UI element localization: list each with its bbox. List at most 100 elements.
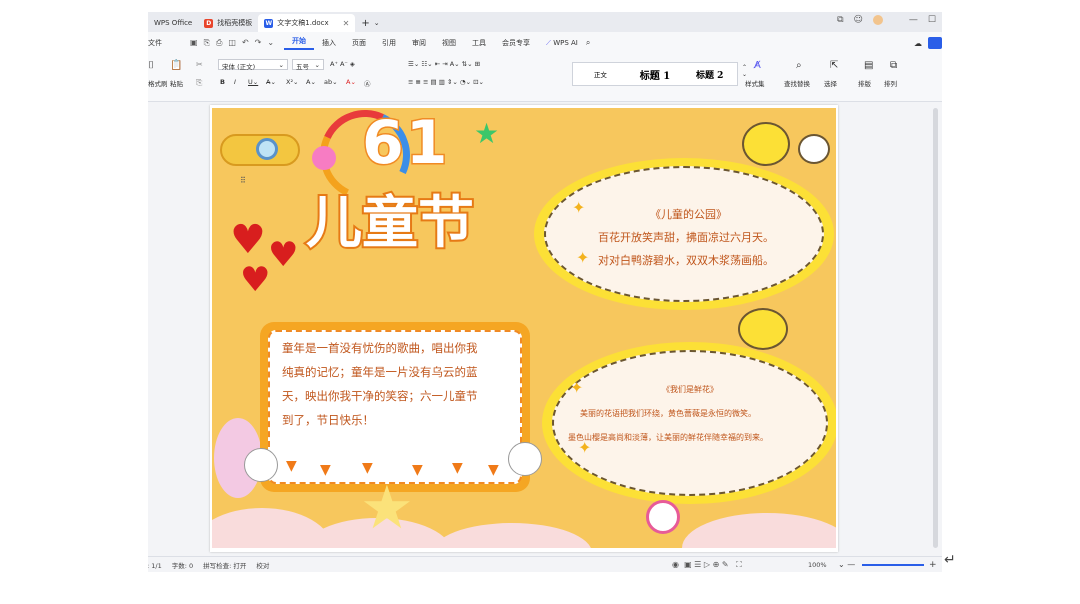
poster-title: 儿童节 <box>304 189 476 258</box>
export-icon[interactable]: ⎘ <box>204 38 210 48</box>
menu-references[interactable]: 引用 <box>374 38 404 48</box>
paw-print-icon <box>738 308 788 350</box>
strikethrough-button[interactable]: A̶⌄ <box>266 78 276 86</box>
style-normal[interactable]: 正文 <box>573 69 628 79</box>
spell-check[interactable]: 拼写检查: 打开 <box>203 560 246 570</box>
paste-icon[interactable]: 📋 <box>170 60 182 71</box>
find-icon[interactable]: ⌕ <box>796 60 802 71</box>
layout-label[interactable]: 排版 <box>858 78 871 88</box>
carrot-icon: ▼ <box>452 460 463 476</box>
sparkle-icon: ✦ <box>578 438 592 457</box>
cursor-handle-icon[interactable]: ⠿ <box>240 176 246 185</box>
align-icons[interactable]: ≡ ≣ ≡ ▤ ▥ ⇕⌄ ◔⌄ ⊡⌄ <box>408 78 484 86</box>
cloud-sync-icon[interactable]: ☁ <box>914 39 922 48</box>
view-mode-icons[interactable]: ◉ ▣ ☰ ▷ ⊕ ✎ ⛶ <box>672 560 742 570</box>
font-size-select[interactable]: 五号 ⌄ <box>292 59 324 71</box>
menu-file[interactable]: 文件 <box>148 38 170 48</box>
find-replace-label[interactable]: 查找替换 <box>784 78 810 88</box>
porthole-icon <box>256 138 278 160</box>
children-day-poster: ♥ ♥ ♥ ★ 61 儿童节 《儿童的公园》 百花开放笑声甜，拂面凉过六月天。 … <box>212 108 836 548</box>
grow-font-icon[interactable]: A⁺ A⁻ ◈ <box>330 60 355 68</box>
colorful-balls-icon <box>312 146 336 170</box>
print-icon[interactable]: ⎙ <box>216 38 222 48</box>
save-icon[interactable]: ▣ <box>190 38 198 48</box>
wps-window: WPS Office D 找稻壳模板 W 文字文稿1.docx ✕ + ⌄ ⧉ … <box>148 12 942 572</box>
chevron-down-icon: ⌄ <box>278 61 284 69</box>
skin-icon[interactable]: ☺ <box>854 15 863 25</box>
menu-insert[interactable]: 插入 <box>314 38 344 48</box>
search-icon[interactable]: ⌕ <box>586 38 590 48</box>
arrange-label[interactable]: 排列 <box>884 78 897 88</box>
menu-review[interactable]: 审阅 <box>404 38 434 48</box>
poster-number: 61 <box>361 108 450 180</box>
avatar[interactable] <box>872 15 883 25</box>
document-area: ♥ ♥ ♥ ★ 61 儿童节 《儿童的公园》 百花开放笑声甜，拂面凉过六月天。 … <box>148 102 942 556</box>
cat-icon <box>798 134 830 164</box>
bold-button[interactable]: B <box>220 78 225 86</box>
window-controls: ⧉ ☺ — ☐ <box>837 15 936 25</box>
candy-icon <box>646 500 680 534</box>
minimize-icon[interactable]: — <box>909 15 918 25</box>
menu-member[interactable]: 会员专享 <box>494 38 538 48</box>
sparkle-icon: ✦ <box>572 198 586 217</box>
tab-document[interactable]: W 文字文稿1.docx ✕ <box>258 14 356 32</box>
new-tab-button[interactable]: + ⌄ <box>355 14 385 32</box>
select-label[interactable]: 选择 <box>824 78 837 88</box>
vertical-scrollbar[interactable] <box>933 108 938 548</box>
more-icon[interactable]: ⌄ <box>267 38 274 48</box>
chevron-down-icon: ⌄ <box>314 61 320 69</box>
style-set-label[interactable]: 样式集 <box>745 78 765 88</box>
main-text-line1: 童年是一首没有忧伤的歌曲，唱出你我 <box>282 341 478 355</box>
menu-home[interactable]: 开始 <box>284 36 315 50</box>
copy-icon[interactable]: ⎘ <box>196 78 202 88</box>
list-bullets-icon[interactable]: ☰⌄ ☷⌄ ⇤ ⇥ A⌄ ⇅⌄ ⊞ <box>408 60 480 68</box>
style-gallery-expand-icon[interactable]: ⌃ ⌄ <box>742 64 747 78</box>
menu-tools[interactable]: 工具 <box>464 38 494 48</box>
font-name-select[interactable]: 宋体 (正文) ⌄ <box>218 59 288 71</box>
zoom-in-icon[interactable]: + <box>929 560 937 570</box>
style-heading-1[interactable]: 标题 1 <box>628 67 683 82</box>
menu-wps-ai[interactable]: ⟋ WPS AI <box>538 39 586 48</box>
arrange-icon[interactable]: ⧉ <box>890 60 897 71</box>
font-color-button[interactable]: A⌄ <box>346 78 356 86</box>
poem2-title: 《我们是鲜花》 <box>662 385 718 394</box>
tab-docer[interactable]: D 找稻壳模板 <box>198 14 258 32</box>
text-effect-button[interactable]: A⌄ <box>306 78 316 86</box>
paste-label[interactable]: 粘贴 <box>170 78 183 88</box>
preview-icon[interactable]: ◫ <box>228 38 236 48</box>
highlight-button[interactable]: ab⌄ <box>324 78 338 86</box>
zoom-level[interactable]: 100% <box>808 561 827 569</box>
menu-page[interactable]: 页面 <box>344 38 374 48</box>
layout-icon[interactable]: ▤ <box>864 60 873 71</box>
menu-view[interactable]: 视图 <box>434 38 464 48</box>
tab-label: WPS Office <box>154 19 193 27</box>
smiling-star-icon: ★ <box>360 473 414 543</box>
italic-button[interactable]: I <box>234 78 236 86</box>
tab-wps-office[interactable]: WPS Office <box>148 14 198 32</box>
cloud-decoration <box>432 523 592 548</box>
format-painter-icon[interactable]: ⌷ <box>148 60 154 71</box>
heart-balloon-icon: ♥ <box>268 235 299 275</box>
style-set-icon[interactable]: A̸ <box>754 60 761 71</box>
close-tab-icon[interactable]: ✕ <box>343 19 350 28</box>
sparkle-icon: ✦ <box>576 248 590 267</box>
char-border-button[interactable]: Ⓐ <box>364 78 371 88</box>
style-gallery: 正文 标题 1 标题 2 <box>572 62 738 86</box>
document-page[interactable]: ♥ ♥ ♥ ★ 61 儿童节 《儿童的公园》 百花开放笑声甜，拂面凉过六月天。 … <box>210 105 838 552</box>
select-cursor-icon[interactable]: ⇱ <box>830 60 838 71</box>
restore-icon[interactable]: ⧉ <box>837 15 843 25</box>
word-count[interactable]: 字数: 0 <box>172 560 193 570</box>
cut-icon[interactable]: ✂ <box>196 60 203 69</box>
format-painter-label[interactable]: 格式刷 <box>148 78 168 88</box>
superscript-button[interactable]: X²⌄ <box>286 78 299 86</box>
share-button[interactable] <box>928 37 942 49</box>
style-heading-2[interactable]: 标题 2 <box>682 68 737 81</box>
tab-label: 找稻壳模板 <box>217 19 253 27</box>
zoom-slider[interactable] <box>862 564 924 566</box>
maximize-icon[interactable]: ☐ <box>928 15 936 25</box>
proofread[interactable]: 校对 <box>256 560 269 570</box>
undo-icon[interactable]: ↶ <box>242 38 249 48</box>
redo-icon[interactable]: ↷ <box>255 38 262 48</box>
zoom-out-icon[interactable]: ⌄ — <box>838 560 855 569</box>
underline-button[interactable]: U⌄ <box>248 78 258 86</box>
